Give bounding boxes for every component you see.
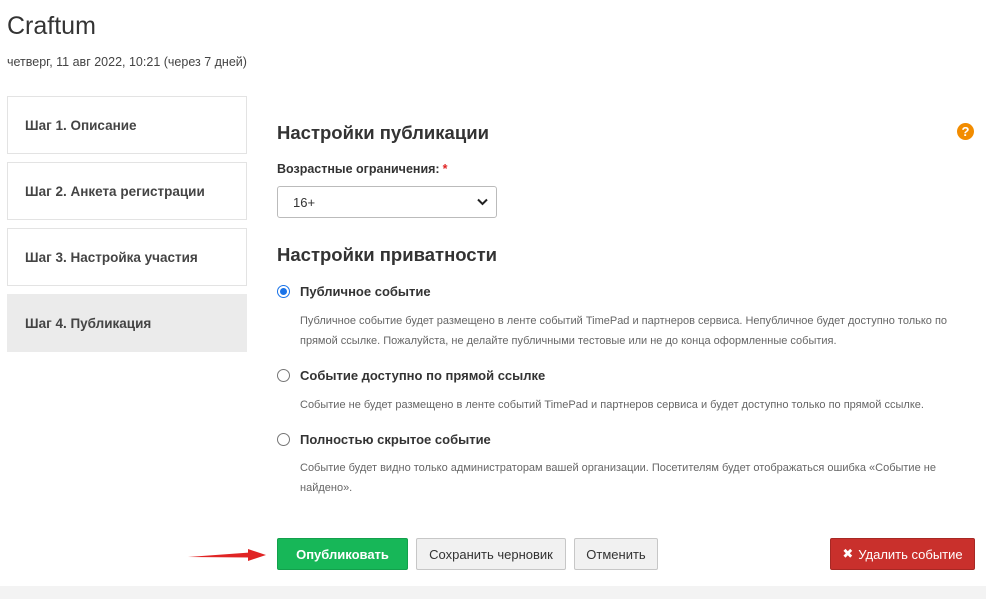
step-4-publication[interactable]: Шаг 4. Публикация	[7, 294, 247, 352]
radio-label: Событие доступно по прямой ссылке	[300, 368, 546, 383]
age-restriction-label: Возрастные ограничения: *	[277, 162, 447, 176]
event-date: четверг, 11 авг 2022, 10:21 (через 7 дне…	[7, 55, 247, 69]
chevron-down-icon	[477, 198, 488, 206]
help-icon[interactable]: ?	[957, 123, 974, 140]
step-2-registration-form[interactable]: Шаг 2. Анкета регистрации	[7, 162, 247, 220]
radio-description: Событие будет видно только администратор…	[300, 462, 936, 494]
cancel-button[interactable]: Отменить	[574, 538, 658, 570]
red-arrow-icon	[188, 549, 266, 561]
radio-link-only-event[interactable]: Событие доступно по прямой ссылке	[277, 368, 545, 383]
radio-label: Публичное событие	[300, 284, 431, 299]
event-title: Craftum	[7, 12, 96, 40]
step-label: Шаг 1. Описание	[25, 117, 137, 133]
radio-button[interactable]	[277, 369, 290, 382]
step-3-participation-settings[interactable]: Шаг 3. Настройка участия	[7, 228, 247, 286]
radio-description: Событие не будет размещено в ленте событ…	[300, 399, 924, 411]
age-restriction-label-text: Возрастные ограничения:	[277, 162, 440, 176]
required-mark: *	[442, 162, 448, 176]
step-label: Шаг 2. Анкета регистрации	[25, 183, 205, 199]
radio-description: Публичное событие будет размещено в лент…	[300, 315, 948, 347]
page: Craftum четверг, 11 авг 2022, 10:21 (чер…	[0, 0, 986, 599]
radio-button-checked[interactable]	[277, 285, 290, 298]
age-restriction-value: 16+	[293, 194, 316, 210]
footer-band	[0, 586, 986, 599]
radio-button[interactable]	[277, 433, 290, 446]
steps-sidebar: Шаг 1. Описание Шаг 2. Анкета регистраци…	[7, 96, 247, 360]
delete-event-button[interactable]: ✖ Удалить событие	[830, 538, 975, 570]
radio-hidden-event[interactable]: Полностью скрытое событие	[277, 432, 491, 447]
delete-event-label: Удалить событие	[858, 546, 963, 562]
radio-public-event[interactable]: Публичное событие	[277, 284, 431, 299]
privacy-settings-title: Настройки приватности	[277, 244, 498, 265]
age-restriction-select[interactable]: 16+	[277, 186, 497, 218]
step-label: Шаг 3. Настройка участия	[25, 249, 198, 265]
close-icon: ✖	[842, 546, 854, 561]
step-1-description[interactable]: Шаг 1. Описание	[7, 96, 247, 154]
step-label: Шаг 4. Публикация	[25, 315, 152, 331]
publish-button[interactable]: Опубликовать	[277, 538, 408, 570]
publication-settings-title: Настройки публикации	[277, 122, 489, 143]
save-draft-button[interactable]: Сохранить черновик	[416, 538, 566, 570]
radio-label: Полностью скрытое событие	[300, 432, 491, 447]
